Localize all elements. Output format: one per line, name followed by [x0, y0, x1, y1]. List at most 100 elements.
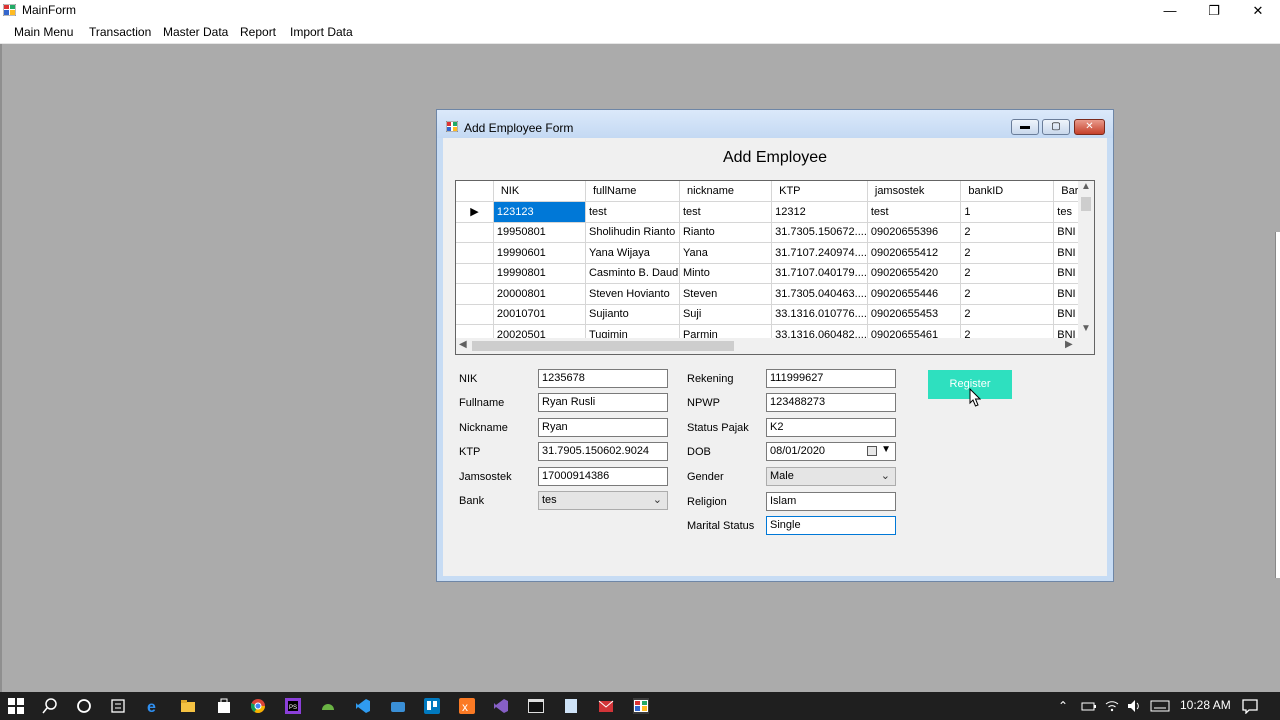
table-cell[interactable]: 31.7107.240974.... — [771, 242, 868, 264]
windows-start-icon[interactable] — [8, 698, 24, 714]
table-cell[interactable]: test — [867, 201, 962, 223]
table-row[interactable]: 19990601 Yana Wijaya Yana 31.7107.240974… — [456, 242, 1094, 264]
bank-select[interactable]: tes ⌄ — [538, 491, 668, 510]
npwp-field[interactable]: 123488273 — [766, 393, 896, 412]
table-cell[interactable]: 31.7305.150672.... — [771, 222, 868, 243]
table-cell[interactable]: Steven — [679, 283, 773, 305]
table-cell[interactable]: 12312 — [771, 201, 868, 223]
chevron-down-icon[interactable]: ⌄ — [653, 493, 662, 506]
column-header-bankid[interactable]: bankID — [960, 181, 1055, 202]
table-cell[interactable]: 2 — [960, 304, 1055, 325]
table-row[interactable]: 20010701 Sujianto Suji 33.1316.010776...… — [456, 304, 1094, 325]
table-cell[interactable]: test — [585, 201, 680, 223]
cortana-icon[interactable] — [76, 698, 92, 714]
status-pajak-field[interactable]: K2 — [766, 418, 896, 437]
table-row[interactable]: 19950801 Sholihudin Rianto Rianto 31.730… — [456, 222, 1094, 243]
table-cell[interactable]: 2 — [960, 263, 1055, 284]
file-explorer-icon[interactable] — [180, 698, 196, 714]
rekening-field[interactable]: 111999627 — [766, 369, 896, 388]
chevron-down-icon[interactable]: ▼ — [881, 444, 891, 455]
volume-icon[interactable] — [1126, 698, 1142, 714]
search-icon[interactable] — [42, 698, 58, 714]
column-header-ktp[interactable]: KTP — [771, 181, 868, 202]
row-header[interactable] — [456, 283, 494, 305]
app-icon-cloud[interactable] — [390, 698, 406, 714]
jamsostek-field[interactable]: 17000914386 — [538, 467, 668, 486]
scroll-down-icon[interactable]: ▼ — [1081, 323, 1091, 334]
menu-main-menu[interactable]: Main Menu — [14, 25, 73, 39]
chevron-down-icon[interactable]: ⌄ — [881, 469, 890, 482]
table-cell[interactable]: Rianto — [679, 222, 773, 243]
ktp-field[interactable]: 31.7905.150602.9024 — [538, 442, 668, 461]
dob-date-picker[interactable]: 08/01/2020 ▼ — [766, 442, 896, 461]
child-close-button[interactable]: ✕ — [1074, 119, 1105, 135]
scroll-right-icon[interactable]: ▶ — [1065, 339, 1073, 350]
notes-icon[interactable] — [563, 698, 579, 714]
notification-icon[interactable] — [1242, 698, 1258, 714]
child-maximize-button[interactable]: ▢ — [1042, 119, 1070, 135]
phpstorm-icon[interactable]: PS — [285, 698, 301, 714]
minimize-button[interactable]: — — [1148, 0, 1192, 21]
religion-field[interactable]: Islam — [766, 492, 896, 511]
gender-select[interactable]: Male ⌄ — [766, 467, 896, 486]
menu-transaction[interactable]: Transaction — [89, 25, 151, 39]
table-cell[interactable]: 1 — [960, 201, 1055, 223]
menu-master-data[interactable]: Master Data — [163, 25, 228, 39]
column-header-nik[interactable]: NIK — [493, 181, 586, 202]
scroll-up-icon[interactable]: ▲ — [1081, 181, 1091, 192]
chevron-up-icon[interactable]: ⌃ — [1058, 699, 1068, 713]
child-minimize-button[interactable]: ▬ — [1011, 119, 1039, 135]
vscode-icon[interactable] — [355, 698, 371, 714]
grid-vertical-scrollbar[interactable]: ▲ ▼ — [1078, 181, 1094, 339]
child-titlebar[interactable]: Add Employee Form ▬ ▢ ✕ — [437, 110, 1113, 138]
horizontal-scroll-thumb[interactable] — [472, 341, 734, 351]
android-studio-icon[interactable] — [320, 698, 336, 714]
column-header-fullname[interactable]: fullName — [585, 181, 680, 202]
wifi-icon[interactable] — [1104, 698, 1120, 714]
table-cell[interactable]: 09020655396 — [867, 222, 962, 243]
visual-studio-icon[interactable] — [493, 698, 509, 714]
keyboard-icon[interactable] — [1150, 698, 1170, 714]
table-row[interactable]: 19990801 Casminto B. Daud Minto 31.7107.… — [456, 263, 1094, 284]
vertical-scroll-thumb[interactable] — [1081, 197, 1091, 211]
close-button[interactable]: ✕ — [1236, 0, 1280, 21]
edge-browser-icon[interactable]: e — [146, 698, 162, 714]
row-header[interactable] — [456, 222, 494, 243]
scroll-left-icon[interactable]: ◀ — [459, 339, 467, 350]
table-cell[interactable]: 2 — [960, 242, 1055, 264]
table-row[interactable]: 20000801 Steven Hovianto Steven 31.7305.… — [456, 283, 1094, 305]
employee-grid[interactable]: NIK fullName nickname KTP jamsostek bank… — [455, 180, 1095, 355]
table-cell[interactable]: 20010701 — [493, 304, 586, 325]
table-cell[interactable]: Steven Hovianto — [585, 283, 680, 305]
row-header[interactable] — [456, 263, 494, 284]
table-cell[interactable]: 19990601 — [493, 242, 586, 264]
mail-icon[interactable] — [598, 698, 614, 714]
store-icon[interactable] — [216, 698, 232, 714]
marital-status-field[interactable]: Single — [766, 516, 896, 535]
task-view-icon[interactable] — [110, 698, 126, 714]
grid-horizontal-scrollbar[interactable]: ◀ ▶ — [456, 338, 1094, 354]
column-header-jamsostek[interactable]: jamsostek — [867, 181, 962, 202]
table-cell[interactable]: 09020655412 — [867, 242, 962, 264]
trello-icon[interactable] — [424, 698, 440, 714]
calendar-icon[interactable] — [867, 446, 877, 456]
table-cell[interactable]: Yana Wijaya — [585, 242, 680, 264]
menu-report[interactable]: Report — [240, 25, 276, 39]
table-cell[interactable]: Yana — [679, 242, 773, 264]
table-cell[interactable]: Minto — [679, 263, 773, 284]
table-cell[interactable]: test — [679, 201, 773, 223]
table-cell[interactable]: Sujianto — [585, 304, 680, 325]
table-cell[interactable]: 2 — [960, 283, 1055, 305]
mainform-app-taskbar-icon[interactable] — [633, 698, 649, 714]
table-cell[interactable]: 123123 — [493, 201, 586, 223]
taskbar-clock[interactable]: 10:28 AM — [1180, 698, 1231, 712]
table-cell[interactable]: 09020655420 — [867, 263, 962, 284]
table-cell[interactable]: Sholihudin Rianto — [585, 222, 680, 243]
menu-import-data[interactable]: Import Data — [290, 25, 353, 39]
table-cell[interactable]: 20000801 — [493, 283, 586, 305]
table-row[interactable]: ▶ 123123 test test 12312 test 1 tes — [456, 201, 1094, 223]
chrome-icon[interactable] — [250, 698, 266, 714]
row-header[interactable] — [456, 242, 494, 264]
restore-button[interactable]: ❐ — [1192, 0, 1236, 21]
battery-icon[interactable] — [1081, 698, 1097, 714]
